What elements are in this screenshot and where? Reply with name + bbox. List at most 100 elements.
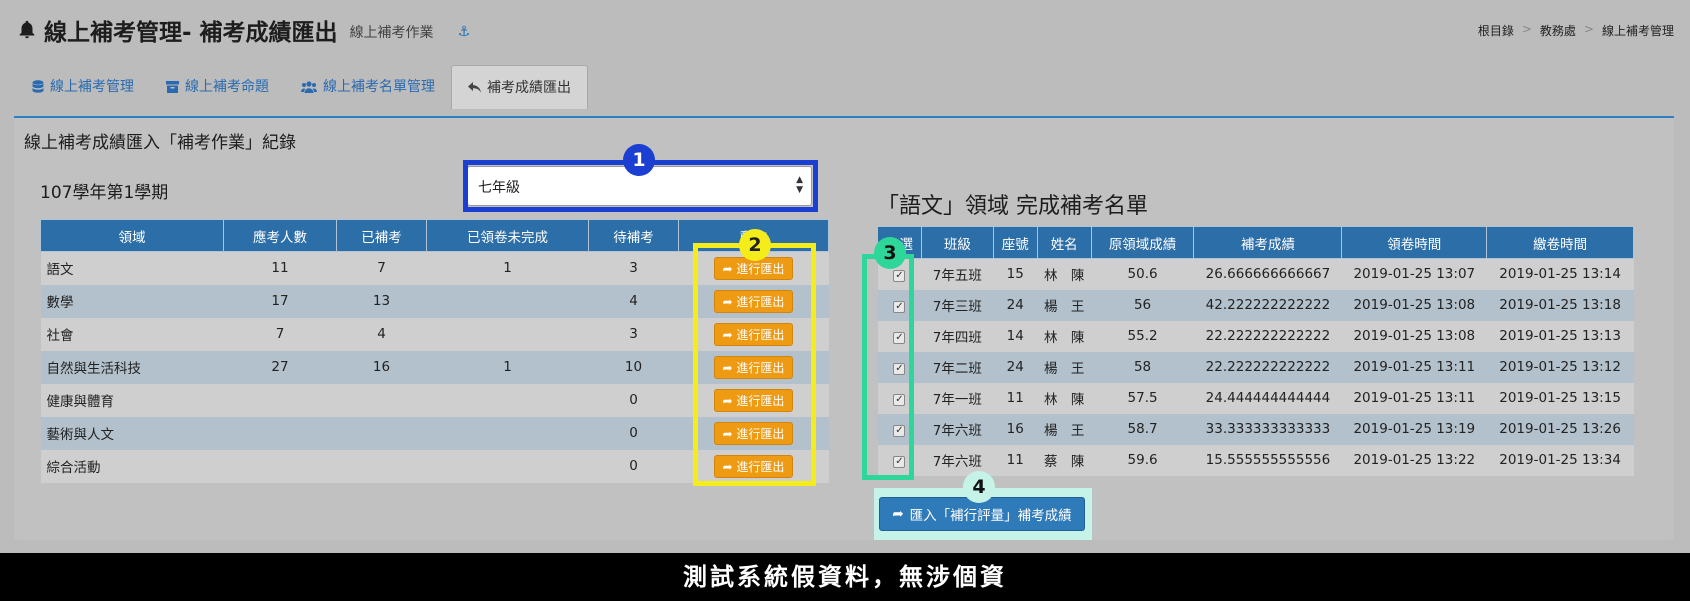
- table-cell: 楊 王: [1037, 351, 1092, 383]
- breadcrumb-item[interactable]: 教務處: [1540, 22, 1576, 39]
- table-row: ✓ 7年二班 24 楊 王 58 22.222222222222 2019-01…: [877, 351, 1634, 383]
- table-cell: 7年四班: [921, 320, 994, 352]
- breadcrumb-item[interactable]: 根目錄: [1478, 22, 1514, 39]
- anchor-icon[interactable]: ⚓: [458, 24, 471, 40]
- table-cell: [223, 383, 337, 417]
- tab-score-export[interactable]: 補考成績匯出: [451, 65, 588, 109]
- table-cell: 7年三班: [921, 289, 994, 321]
- table-row: ✓ 7年一班 11 林 陳 57.5 24.444444444444 2019-…: [877, 382, 1634, 414]
- breadcrumb-item[interactable]: 線上補考管理: [1602, 22, 1674, 39]
- table-cell: 11: [223, 251, 337, 285]
- table-cell: 自然與生活科技: [40, 350, 224, 384]
- table-cell: 50.6: [1091, 258, 1194, 290]
- page-header: 線上補考管理- 補考成績匯出 線上補考作業 ⚓: [16, 12, 470, 48]
- term-label: 107學年第1學期: [40, 183, 169, 203]
- table-cell: 2019-01-25 13:34: [1486, 444, 1634, 476]
- column-header: 領域: [40, 219, 224, 252]
- table-cell: [223, 416, 337, 450]
- tab-label: 線上補考命題: [185, 79, 269, 95]
- table-row: ✓ 7年六班 11 蔡 陳 59.6 15.555555555556 2019-…: [877, 444, 1634, 476]
- column-header: 已補考: [336, 219, 427, 252]
- table-cell: 0: [588, 416, 679, 450]
- table-cell: 42.222222222222: [1193, 289, 1342, 321]
- column-header: 座號: [992, 226, 1038, 259]
- table-cell: [426, 317, 589, 351]
- table-header-row: 勾選 班級 座號 姓名 原領域成績 補考成績 領卷時間 繳卷時間: [877, 226, 1634, 259]
- tab-label: 線上補考管理: [50, 79, 134, 95]
- tab-online-exam-questions[interactable]: 線上補考命題: [150, 65, 285, 109]
- table-cell: 3: [588, 251, 679, 285]
- table-cell: 24.444444444444: [1193, 382, 1342, 414]
- table-cell: 蔡 陳: [1037, 444, 1092, 476]
- bell-icon: [19, 20, 35, 39]
- table-row: ✓ 7年五班 15 林 陳 50.6 26.666666666667 2019-…: [877, 258, 1634, 290]
- table-cell: 語文: [40, 251, 224, 285]
- annotation-box-3: [862, 254, 914, 480]
- table-cell: 楊 王: [1037, 289, 1092, 321]
- annotation-box-2: [693, 243, 816, 486]
- table-cell: 2019-01-25 13:12: [1486, 351, 1634, 383]
- table-cell: 55.2: [1091, 320, 1194, 352]
- table-cell: 綜合活動: [40, 449, 224, 483]
- table-cell: 2019-01-25 13:07: [1341, 258, 1487, 290]
- reply-icon: [468, 82, 481, 93]
- column-header: 已領卷未完成: [426, 219, 589, 252]
- table-cell: 59.6: [1091, 444, 1194, 476]
- table-cell: 0: [588, 383, 679, 417]
- table-cell: 2019-01-25 13:11: [1341, 351, 1487, 383]
- page-subtitle: 線上補考作業: [349, 25, 434, 41]
- panel-title: 線上補考成績匯入「補考作業」紀錄: [24, 133, 296, 153]
- table-cell: 楊 王: [1037, 413, 1092, 445]
- table-cell: 2019-01-25 13:26: [1486, 413, 1634, 445]
- archive-icon: [166, 81, 179, 93]
- table-cell: [426, 383, 589, 417]
- import-button-label: 匯入「補行評量」補考成績: [909, 508, 1072, 524]
- table-cell: 33.333333333333: [1193, 413, 1342, 445]
- table-cell: 2019-01-25 13:15: [1486, 382, 1634, 414]
- column-header: 待補考: [588, 219, 679, 252]
- table-cell: 56: [1091, 289, 1194, 321]
- table-cell: 26.666666666667: [1193, 258, 1342, 290]
- table-cell: 3: [588, 317, 679, 351]
- column-header: 繳卷時間: [1486, 226, 1634, 259]
- table-cell: 7: [223, 317, 337, 351]
- step-badge-3: 3: [874, 237, 906, 269]
- tab-bar: 線上補考管理 線上補考命題 線上補考名單管理 補考成績匯出: [16, 65, 588, 109]
- table-cell: 2019-01-25 13:08: [1341, 289, 1487, 321]
- table-cell: 1: [426, 251, 589, 285]
- table-cell: 7年六班: [921, 413, 994, 445]
- table-cell: [336, 383, 427, 417]
- table-cell: 2019-01-25 13:11: [1341, 382, 1487, 414]
- step-badge-1: 1: [623, 144, 655, 176]
- tab-online-exam-roster[interactable]: 線上補考名單管理: [285, 65, 451, 109]
- table-cell: 2019-01-25 13:14: [1486, 258, 1634, 290]
- table-cell: 7: [336, 251, 427, 285]
- table-cell: 2019-01-25 13:19: [1341, 413, 1487, 445]
- table-cell: 0: [588, 449, 679, 483]
- table-cell: 57.5: [1091, 382, 1194, 414]
- tab-label: 線上補考名單管理: [323, 79, 435, 95]
- table-cell: [426, 449, 589, 483]
- table-cell: 15: [993, 258, 1038, 290]
- table-cell: 7年一班: [921, 382, 994, 414]
- table-cell: 林 陳: [1037, 258, 1092, 290]
- tab-online-exam-management[interactable]: 線上補考管理: [16, 65, 150, 109]
- table-cell: 58.7: [1091, 413, 1194, 445]
- table-cell: 林 陳: [1037, 382, 1092, 414]
- column-header: 應考人數: [223, 219, 337, 252]
- table-cell: 2019-01-25 13:22: [1341, 444, 1487, 476]
- page-title: 線上補考管理- 補考成績匯出: [44, 20, 338, 46]
- step-badge-4: 4: [963, 471, 995, 503]
- users-icon: [301, 81, 317, 93]
- table-cell: [426, 284, 589, 318]
- table-cell: 16: [993, 413, 1038, 445]
- column-header: 領卷時間: [1341, 226, 1488, 259]
- table-row: ✓ 7年三班 24 楊 王 56 42.222222222222 2019-01…: [877, 289, 1634, 321]
- table-cell: 24: [993, 289, 1038, 321]
- table-cell: 10: [588, 350, 679, 384]
- table-cell: 14: [993, 320, 1038, 352]
- table-cell: 16: [336, 350, 427, 384]
- column-header: 補考成績: [1193, 226, 1343, 259]
- table-cell: 健康與體育: [40, 383, 224, 417]
- table-cell: 2019-01-25 13:08: [1341, 320, 1487, 352]
